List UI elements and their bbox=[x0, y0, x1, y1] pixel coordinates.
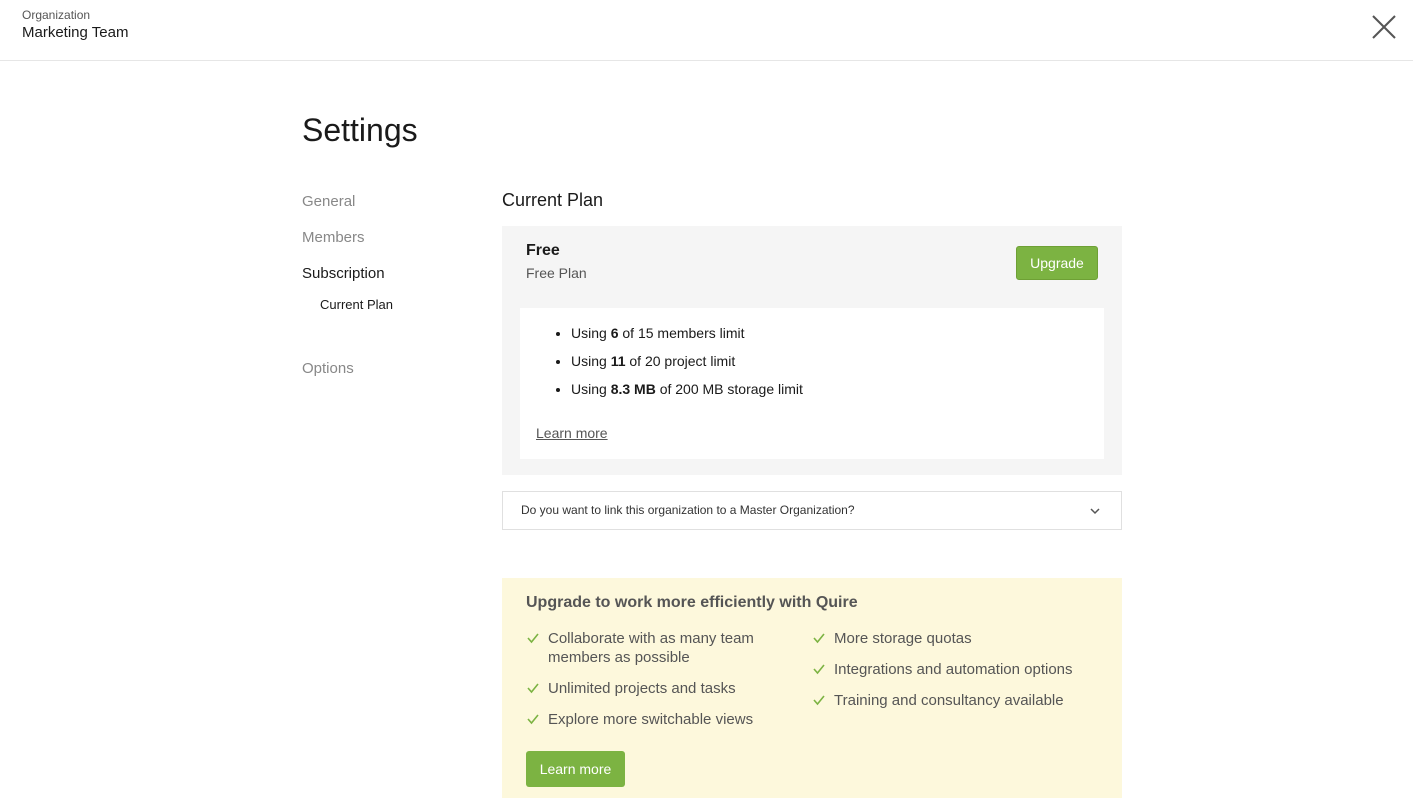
usage-suffix: of 20 project limit bbox=[625, 353, 736, 369]
plan-card: Free Free Plan Upgrade Using 6 of 15 mem… bbox=[502, 226, 1122, 475]
feature-text: Explore more switchable views bbox=[548, 711, 754, 728]
usage-suffix: of 15 members limit bbox=[618, 325, 745, 341]
check-icon bbox=[527, 633, 539, 644]
usage-prefix: Using bbox=[571, 325, 611, 341]
usage-value: 8.3 MB bbox=[610, 381, 656, 397]
feature-item: Integrations and automation options bbox=[812, 660, 1112, 679]
upgrade-promo: Upgrade to work more efficiently with Qu… bbox=[502, 578, 1122, 798]
organization-name: Marketing Team bbox=[22, 24, 129, 41]
feature-text: Training and consultancy available bbox=[834, 692, 1064, 709]
feature-item: Collaborate with as many team members as… bbox=[526, 629, 776, 667]
organization-label: Organization bbox=[22, 8, 91, 22]
sidebar-subitem-current-plan[interactable]: Current Plan bbox=[320, 297, 393, 312]
plan-description: Free Plan bbox=[526, 265, 587, 281]
usage-suffix: of 200 MB storage limit bbox=[655, 381, 803, 397]
usage-projects-item: Using 11 of 20 project limit bbox=[571, 352, 803, 380]
feature-item: Unlimited projects and tasks bbox=[526, 679, 776, 698]
sidebar-item-subscription[interactable]: Subscription bbox=[302, 265, 385, 282]
feature-text: Unlimited projects and tasks bbox=[548, 680, 736, 697]
sidebar-item-general[interactable]: General bbox=[302, 193, 355, 210]
plan-name: Free bbox=[526, 242, 560, 259]
sidebar-item-options[interactable]: Options bbox=[302, 360, 354, 377]
promo-title: Upgrade to work more efficiently with Qu… bbox=[526, 594, 858, 611]
chevron-down-icon bbox=[1090, 508, 1100, 515]
usage-card: Using 6 of 15 members limit Using 11 of … bbox=[520, 308, 1104, 459]
feature-item: Training and consultancy available bbox=[812, 691, 1112, 710]
section-title: Current Plan bbox=[502, 190, 604, 210]
check-icon bbox=[527, 714, 539, 725]
learn-more-link[interactable]: Learn more bbox=[536, 425, 608, 441]
usage-members-item: Using 6 of 15 members limit bbox=[571, 324, 803, 352]
check-icon bbox=[813, 664, 825, 675]
check-icon bbox=[527, 683, 539, 694]
page-title: Settings bbox=[302, 112, 418, 148]
feature-item: More storage quotas bbox=[812, 629, 1112, 648]
usage-list: Using 6 of 15 members limit Using 11 of … bbox=[553, 324, 803, 408]
feature-item: Explore more switchable views bbox=[526, 710, 776, 729]
usage-storage-item: Using 8.3 MB of 200 MB storage limit bbox=[571, 380, 803, 408]
top-bar: Organization Marketing Team bbox=[0, 0, 1413, 61]
feature-text: Integrations and automation options bbox=[834, 661, 1073, 678]
feature-text: More storage quotas bbox=[834, 630, 972, 647]
close-icon[interactable] bbox=[1370, 13, 1398, 41]
accordion-question: Do you want to link this organization to… bbox=[521, 503, 855, 517]
usage-prefix: Using bbox=[571, 353, 611, 369]
feature-text: Collaborate with as many team members as… bbox=[548, 630, 754, 666]
check-icon bbox=[813, 633, 825, 644]
usage-value: 11 bbox=[610, 353, 626, 369]
usage-prefix: Using bbox=[571, 381, 611, 397]
upgrade-button[interactable]: Upgrade bbox=[1016, 246, 1098, 280]
sidebar-item-members[interactable]: Members bbox=[302, 229, 365, 246]
check-icon bbox=[813, 695, 825, 706]
master-organization-accordion[interactable]: Do you want to link this organization to… bbox=[502, 491, 1122, 530]
